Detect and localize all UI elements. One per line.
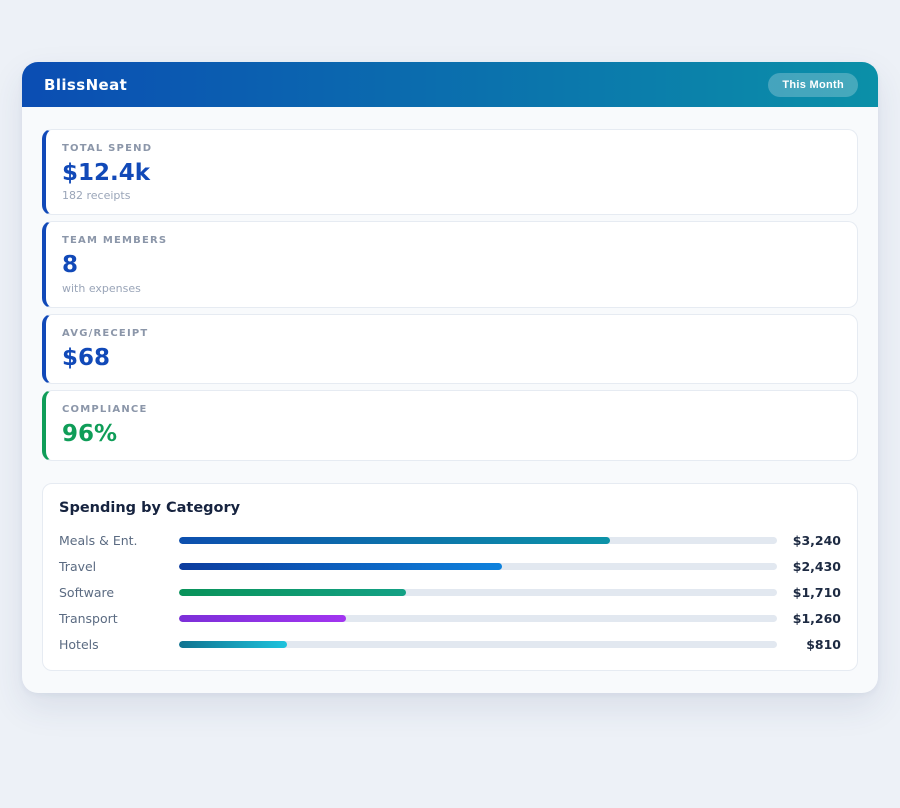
category-value: $3,240 xyxy=(777,533,841,548)
bar-fill-meals xyxy=(179,537,610,544)
category-label: Travel xyxy=(59,559,179,574)
chart-row-transport: Transport $1,260 xyxy=(59,612,841,626)
stat-label: AVG/RECEIPT xyxy=(62,328,841,339)
stat-card-avg-receipt: AVG/RECEIPT $68 xyxy=(42,314,858,384)
stat-subtext: with expenses xyxy=(62,282,841,295)
category-label: Transport xyxy=(59,611,179,626)
bar-track xyxy=(179,615,777,622)
chart-title: Spending by Category xyxy=(59,500,841,516)
stat-label: TOTAL SPEND xyxy=(62,143,841,154)
category-value: $1,260 xyxy=(777,611,841,626)
stat-value: 96% xyxy=(62,421,841,447)
category-value: $1,710 xyxy=(777,585,841,600)
stat-value: 8 xyxy=(62,252,841,278)
bar-fill-software xyxy=(179,589,406,596)
category-label: Hotels xyxy=(59,637,179,652)
bar-track xyxy=(179,589,777,596)
chart-row-hotels: Hotels $810 xyxy=(59,638,841,652)
spending-by-category-chart: Spending by Category Meals & Ent. $3,240… xyxy=(42,483,858,671)
dashboard-panel: BlissNeat This Month TOTAL SPEND $12.4k … xyxy=(22,62,878,693)
stat-subtext: 182 receipts xyxy=(62,189,841,202)
period-badge[interactable]: This Month xyxy=(768,73,858,97)
stat-card-total-spend: TOTAL SPEND $12.4k 182 receipts xyxy=(42,129,858,215)
category-value: $2,430 xyxy=(777,559,841,574)
stat-value: $12.4k xyxy=(62,160,841,186)
stat-card-compliance: COMPLIANCE 96% xyxy=(42,390,858,460)
dashboard-content: TOTAL SPEND $12.4k 182 receipts TEAM MEM… xyxy=(22,107,878,693)
app-title: BlissNeat xyxy=(44,76,127,94)
stat-card-team-members: TEAM MEMBERS 8 with expenses xyxy=(42,221,858,307)
bar-fill-hotels xyxy=(179,641,287,648)
bar-track xyxy=(179,563,777,570)
stat-label: COMPLIANCE xyxy=(62,404,841,415)
app-header: BlissNeat This Month xyxy=(22,62,878,107)
chart-row-meals: Meals & Ent. $3,240 xyxy=(59,534,841,548)
bar-fill-travel xyxy=(179,563,502,570)
stat-label: TEAM MEMBERS xyxy=(62,235,841,246)
category-label: Software xyxy=(59,585,179,600)
category-label: Meals & Ent. xyxy=(59,533,179,548)
chart-row-software: Software $1,710 xyxy=(59,586,841,600)
category-value: $810 xyxy=(777,637,841,652)
bar-track xyxy=(179,537,777,544)
bar-track xyxy=(179,641,777,648)
chart-row-travel: Travel $2,430 xyxy=(59,560,841,574)
stat-value: $68 xyxy=(62,345,841,371)
bar-fill-transport xyxy=(179,615,346,622)
